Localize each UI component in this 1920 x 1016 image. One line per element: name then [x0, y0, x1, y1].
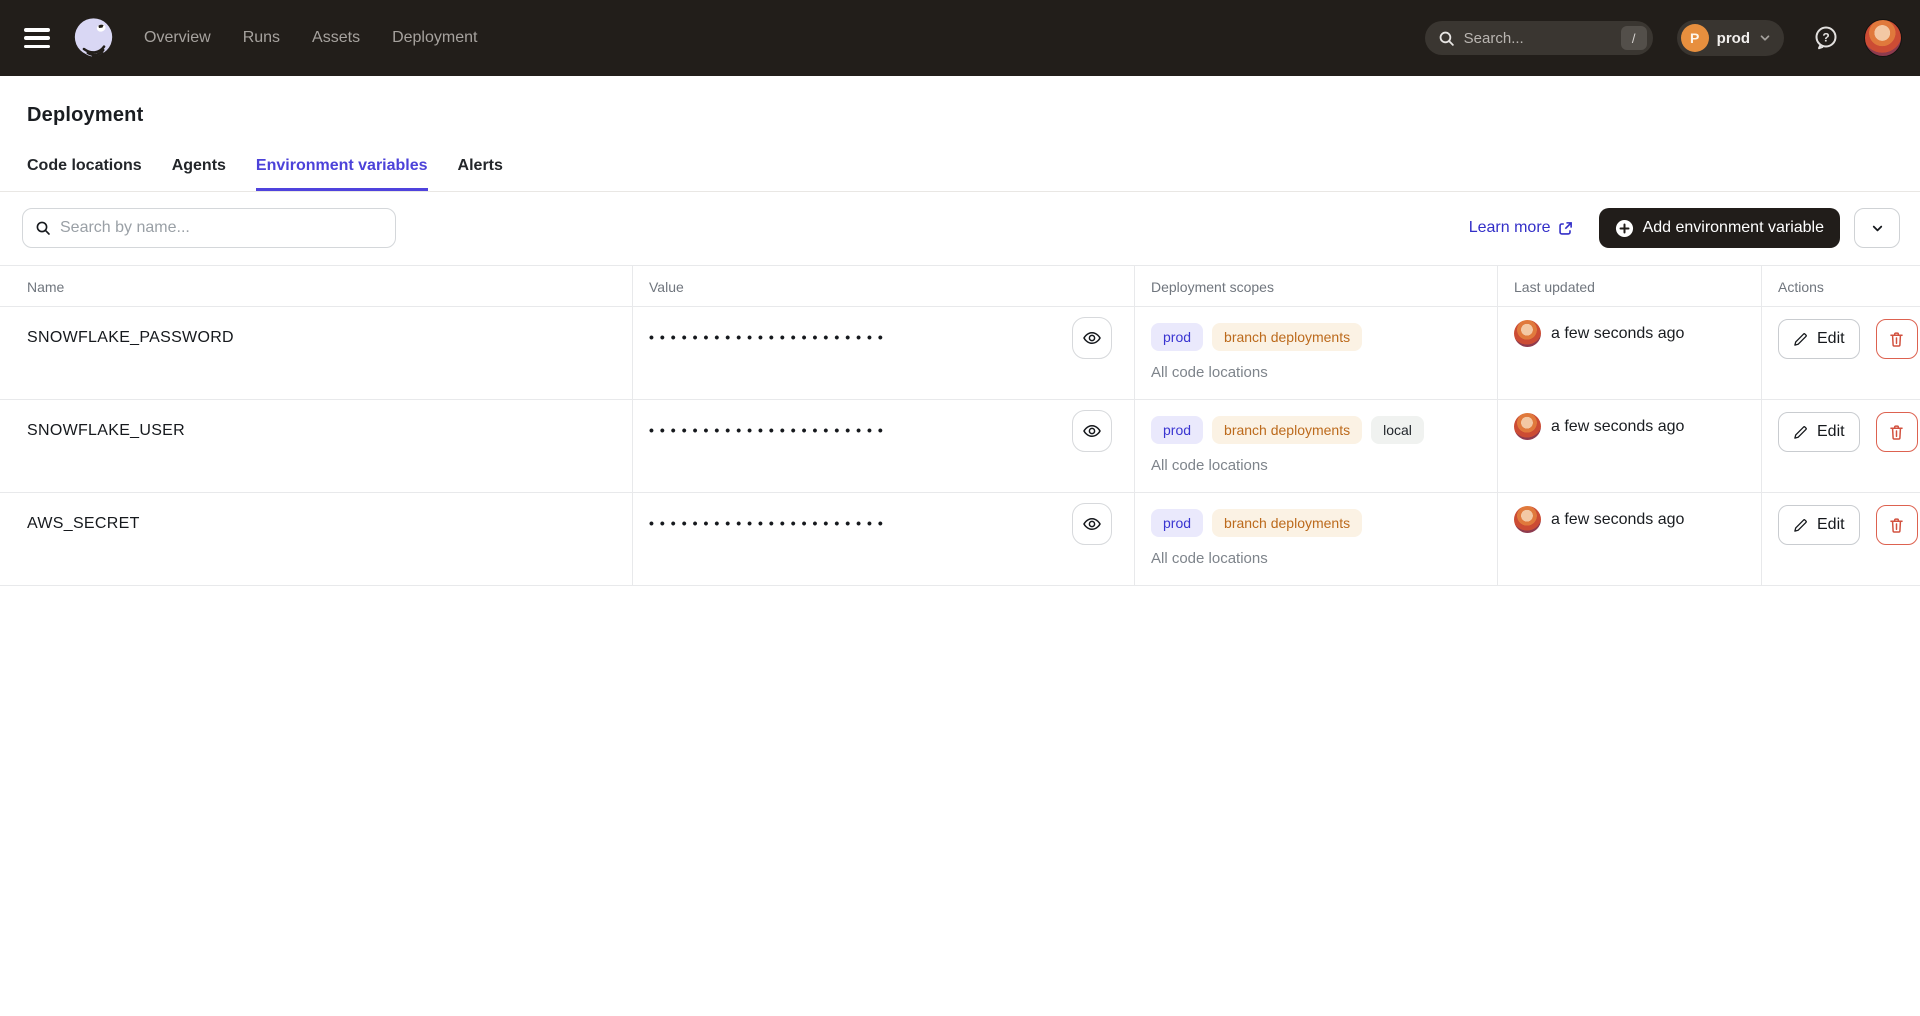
tab-agents[interactable]: Agents — [172, 157, 226, 191]
search-by-name-input[interactable] — [60, 219, 383, 237]
trash-icon — [1888, 517, 1905, 534]
deployment-switcher[interactable]: P prod — [1677, 20, 1784, 56]
nav-right-cluster: Search... / P prod ? — [1425, 19, 1902, 57]
top-nav: Overview Runs Assets Deployment Search..… — [0, 0, 1920, 76]
eye-icon — [1082, 421, 1102, 441]
edit-button-label: Edit — [1817, 423, 1845, 441]
learn-more-label: Learn more — [1469, 219, 1551, 237]
tab-bar: Code locations Agents Environment variab… — [0, 157, 1920, 192]
column-header-updated: Last updated — [1498, 266, 1762, 306]
delete-button[interactable] — [1876, 319, 1918, 359]
add-environment-variable-button[interactable]: Add environment variable — [1599, 208, 1840, 248]
table-row: SNOWFLAKE_USER •••••••••••••••••••••• pr… — [0, 400, 1920, 493]
code-locations-text: All code locations — [1151, 457, 1481, 474]
delete-button[interactable] — [1876, 412, 1918, 452]
search-by-name-field[interactable] — [22, 208, 396, 248]
pencil-icon — [1793, 425, 1808, 440]
scope-tag-local: local — [1371, 416, 1424, 444]
last-updated-text: a few seconds ago — [1551, 413, 1684, 440]
scope-tag-prod: prod — [1151, 323, 1203, 351]
tab-code-locations[interactable]: Code locations — [27, 157, 142, 191]
global-search-input[interactable]: Search... / — [1425, 21, 1653, 55]
pencil-icon — [1793, 332, 1808, 347]
reveal-value-button[interactable] — [1072, 410, 1112, 452]
nav-link-overview[interactable]: Overview — [144, 29, 211, 47]
toolbar: Learn more Add environment variable — [0, 192, 1920, 248]
edit-button[interactable]: Edit — [1778, 505, 1860, 545]
external-link-icon — [1558, 221, 1573, 236]
last-updated-text: a few seconds ago — [1551, 506, 1684, 533]
code-locations-text: All code locations — [1151, 364, 1481, 381]
env-var-name: SNOWFLAKE_PASSWORD — [27, 329, 234, 346]
scope-tag-branch-deployments: branch deployments — [1212, 509, 1362, 537]
env-vars-table: Name Value Deployment scopes Last update… — [0, 265, 1920, 586]
delete-button[interactable] — [1876, 505, 1918, 545]
help-icon[interactable]: ? — [1812, 24, 1840, 52]
tab-environment-variables[interactable]: Environment variables — [256, 157, 428, 191]
dagster-logo-icon[interactable] — [70, 14, 118, 62]
reveal-value-button[interactable] — [1072, 317, 1112, 359]
plus-circle-icon — [1615, 219, 1634, 238]
edit-button[interactable]: Edit — [1778, 319, 1860, 359]
global-search-placeholder: Search... — [1464, 30, 1612, 47]
column-header-value: Value — [633, 266, 1135, 306]
user-avatar — [1514, 320, 1541, 347]
trash-icon — [1888, 424, 1905, 441]
menu-icon[interactable] — [24, 28, 50, 48]
reveal-value-button[interactable] — [1072, 503, 1112, 545]
learn-more-link[interactable]: Learn more — [1469, 219, 1573, 237]
search-icon — [35, 220, 51, 236]
more-options-button[interactable] — [1854, 208, 1900, 248]
code-locations-text: All code locations — [1151, 550, 1481, 567]
column-header-scopes: Deployment scopes — [1135, 266, 1498, 306]
masked-value: •••••••••••••••••••••• — [649, 422, 889, 438]
user-avatar[interactable] — [1864, 19, 1902, 57]
table-row: AWS_SECRET •••••••••••••••••••••• prod b… — [0, 493, 1920, 586]
env-var-name: SNOWFLAKE_USER — [27, 422, 185, 439]
toolbar-actions: Learn more Add environment variable — [1469, 208, 1900, 248]
edit-button[interactable]: Edit — [1778, 412, 1860, 452]
trash-icon — [1888, 331, 1905, 348]
search-icon — [1438, 30, 1455, 47]
svg-text:?: ? — [1822, 31, 1829, 45]
search-shortcut-badge: / — [1621, 26, 1647, 50]
chevron-down-icon — [1758, 31, 1772, 45]
eye-icon — [1082, 514, 1102, 534]
column-header-actions: Actions — [1762, 266, 1920, 306]
table-header-row: Name Value Deployment scopes Last update… — [0, 266, 1920, 307]
scope-tag-prod: prod — [1151, 509, 1203, 537]
deployment-initial-badge: P — [1681, 24, 1709, 52]
page-title: Deployment — [0, 76, 1920, 127]
edit-button-label: Edit — [1817, 330, 1845, 348]
add-environment-variable-label: Add environment variable — [1643, 219, 1824, 237]
user-avatar — [1514, 506, 1541, 533]
nav-link-assets[interactable]: Assets — [312, 29, 360, 47]
pencil-icon — [1793, 518, 1808, 533]
table-row: SNOWFLAKE_PASSWORD •••••••••••••••••••••… — [0, 307, 1920, 400]
scope-tag-branch-deployments: branch deployments — [1212, 323, 1362, 351]
env-var-name: AWS_SECRET — [27, 515, 140, 532]
primary-nav-links: Overview Runs Assets Deployment — [144, 29, 477, 47]
nav-link-deployment[interactable]: Deployment — [392, 29, 477, 47]
nav-link-runs[interactable]: Runs — [243, 29, 280, 47]
scope-tag-prod: prod — [1151, 416, 1203, 444]
main-content: Deployment Code locations Agents Environ… — [0, 76, 1920, 586]
chevron-down-icon — [1870, 221, 1885, 236]
masked-value: •••••••••••••••••••••• — [649, 329, 889, 345]
eye-icon — [1082, 328, 1102, 348]
masked-value: •••••••••••••••••••••• — [649, 515, 889, 531]
column-header-name: Name — [0, 266, 633, 306]
deployment-switcher-label: prod — [1717, 30, 1750, 47]
user-avatar — [1514, 413, 1541, 440]
scope-tag-branch-deployments: branch deployments — [1212, 416, 1362, 444]
last-updated-text: a few seconds ago — [1551, 320, 1684, 347]
tab-alerts[interactable]: Alerts — [458, 157, 503, 191]
edit-button-label: Edit — [1817, 516, 1845, 534]
